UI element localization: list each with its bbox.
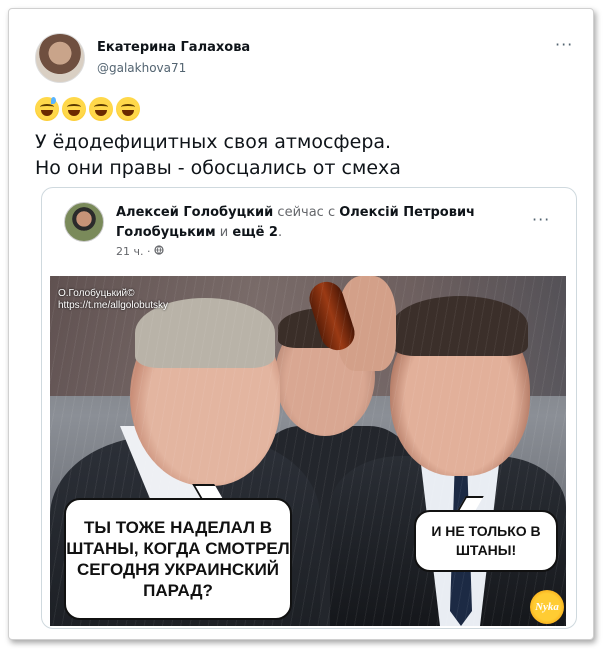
author-name[interactable]: Екатерина Галахова xyxy=(97,40,250,55)
period: . xyxy=(277,225,283,240)
more-options-icon[interactable]: ··· xyxy=(555,35,573,54)
quoted-post-header: Алексей Голобуцкий сейчас с Олексій Петр… xyxy=(116,203,516,243)
and-text: и xyxy=(219,225,229,240)
author-avatar[interactable] xyxy=(35,33,85,83)
more-people-link[interactable]: ещё 2 xyxy=(232,225,278,240)
globe-icon xyxy=(154,245,164,258)
speech-bubble-right: И НЕ ТОЛЬКО В ШТАНЫ! xyxy=(414,510,558,572)
quoted-post[interactable]: Алексей Голобуцкий сейчас с Олексій Петр… xyxy=(41,187,577,629)
laughing-tears-emoji-icon xyxy=(116,97,140,121)
site-logo: Nyka xyxy=(530,590,564,624)
laughing-tears-emoji-icon xyxy=(62,97,86,121)
watermark-author: О.Голобуцький© xyxy=(58,288,135,299)
author-handle[interactable]: @galakhova71 xyxy=(97,61,186,75)
watermark-link: https://t.me/allgolobutsky xyxy=(58,300,169,311)
watermark: О.Голобуцький© https://t.me/allgolobutsk… xyxy=(58,288,168,312)
emoji-row xyxy=(35,97,140,121)
quoted-author-name[interactable]: Алексей Голобуцкий xyxy=(116,205,273,220)
post-time-text: 21 ч. · xyxy=(116,245,151,258)
tweet-text: У ёдодефицитных своя атмосфера. Но они п… xyxy=(35,129,401,181)
screenshot-frame: Екатерина Галахова @galakhova71 ··· У ёд… xyxy=(8,8,594,640)
sweat-smile-emoji-icon xyxy=(35,97,59,121)
tweet-text-line: У ёдодефицитных своя атмосфера. xyxy=(35,131,392,153)
post-time[interactable]: 21 ч. · xyxy=(116,245,164,258)
speech-bubble-left: ТЫ ТОЖЕ НАДЕЛАЛ В ШТАНЫ, КОГДА СМОТРЕЛ С… xyxy=(64,498,292,620)
tweet-text-line: Но они правы - обосцались от смеха xyxy=(35,157,401,179)
quoted-author-avatar[interactable] xyxy=(64,202,104,242)
quoted-more-options-icon[interactable]: ··· xyxy=(532,210,550,229)
meme-image[interactable]: О.Голобуцький© https://t.me/allgolobutsk… xyxy=(50,276,566,626)
with-text: сейчас с xyxy=(277,205,336,220)
laughing-tears-emoji-icon xyxy=(89,97,113,121)
